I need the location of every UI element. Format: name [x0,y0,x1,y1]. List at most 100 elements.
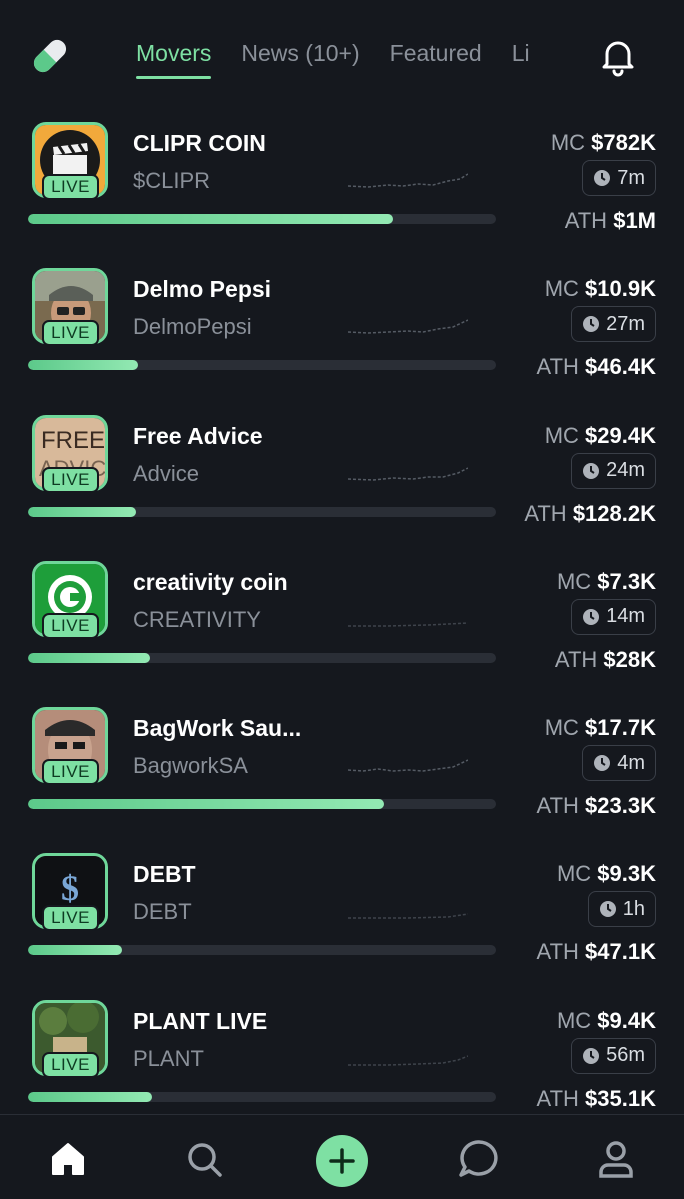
all-time-high: ATH $1M [564,208,656,233]
market-cap: MC $782K [550,130,656,155]
coin-name: Free Advice [133,422,263,449]
market-cap: MC $17.7K [544,715,656,741]
tab-featured[interactable]: Featured [390,40,482,79]
coin-ticker: Advice [133,460,200,486]
progress-bar [28,1091,496,1102]
bottom-nav [0,1114,684,1199]
live-badge: LIVE [42,320,99,347]
search-icon [188,1143,222,1177]
sparkline [348,913,468,920]
home-icon [52,1143,84,1175]
progress-fill [28,1091,153,1102]
market-cap: MC $10.9K [544,276,656,302]
age-badge: 1h [587,891,656,928]
coin-avatar: LIVE [32,560,108,639]
market-cap: MC $7.3K [556,568,656,594]
coin-name: PLANT LIVE [133,1007,268,1034]
coin-name: CLIPR COIN [133,130,266,156]
progress-fill [28,214,394,224]
live-badge: LIVE [42,466,99,493]
coin-row[interactable]: LIVE CLIPR COIN $CLIPR MC $782K 7m ATH $… [0,122,684,268]
all-time-high: ATH $35.1K [536,1085,656,1111]
coin-avatar: LIVE [32,122,108,200]
plus-icon [329,1148,355,1174]
coin-row[interactable]: LIVE Delmo Pepsi DelmoPepsi MC $10.9K 27… [0,268,684,414]
bell-icon[interactable] [596,34,640,78]
all-time-high: ATH $23.3K [536,793,656,819]
sparkline [348,319,468,335]
sparkline [348,173,468,188]
progress-fill [28,799,384,810]
clock-icon [599,901,616,918]
clock-icon [594,170,611,186]
svg-text:$: $ [61,868,79,908]
age-badge: 56m [571,1037,656,1074]
clock-icon [583,316,600,333]
coin-row[interactable]: LIVE creativity coin CREATIVITY MC $7.3K… [0,560,684,707]
live-badge: LIVE [42,759,99,786]
progress-fill [28,652,150,663]
live-badge: LIVE [42,905,99,932]
progress-fill [28,360,138,371]
nav-chat[interactable] [456,1137,500,1181]
coin-name: BagWork Sau... [133,715,302,742]
sparkline [348,622,468,627]
coin-ticker: BagworkSA [133,753,248,779]
clock-icon [583,462,600,479]
market-cap: MC $9.3K [556,861,656,887]
top-bar: Movers News (10+) Featured Li [0,0,684,110]
all-time-high: ATH $47.1K [536,939,656,965]
age-badge: 7m [582,160,656,196]
sparkline [348,759,468,772]
clock-icon [583,608,600,625]
nav-profile[interactable] [594,1137,638,1181]
clock-icon [594,755,611,772]
coin-row[interactable]: LIVE BagWork Sau... BagworkSA MC $17.7K … [0,707,684,853]
coin-name: creativity coin [133,568,288,595]
coin-ticker: CREATIVITY [133,606,261,632]
coin-row[interactable]: FREE ADVICE LIVE Free Advice Advice MC $… [0,414,684,561]
progress-bar [28,506,496,517]
coin-avatar: LIVE [32,999,108,1078]
coin-row[interactable]: $ LIVE DEBT DEBT MC $9.3K 1h ATH $47.1K [0,853,684,999]
nav-search[interactable] [182,1137,226,1181]
create-button[interactable] [316,1135,368,1187]
coin-avatar: $ LIVE [32,853,108,932]
coin-ticker: $CLIPR [133,168,211,193]
coin-avatar: LIVE [32,707,108,786]
all-time-high: ATH $28K [554,646,656,672]
live-badge: LIVE [42,174,99,200]
all-time-high: ATH $128.2K [524,500,656,526]
sparkline [348,1055,468,1066]
sparkline [348,466,468,481]
coin-avatar: FREE ADVICE LIVE [32,414,108,493]
tab-news[interactable]: News (10+) [241,40,359,79]
tab-movers[interactable]: Movers [136,40,212,79]
coin-ticker: PLANT [133,1045,204,1071]
all-time-high: ATH $46.4K [536,354,656,380]
market-cap: MC $9.4K [556,1007,656,1033]
coin-ticker: DEBT [133,899,192,925]
tab-live[interactable]: Li [512,40,530,79]
age-badge: 14m [571,598,656,635]
live-badge: LIVE [42,1051,99,1078]
progress-fill [28,945,122,956]
progress-bar [28,945,496,956]
nav-home[interactable] [46,1137,90,1181]
progress-fill [28,506,136,517]
clock-icon [583,1047,600,1064]
coin-name: Delmo Pepsi [133,276,272,303]
chat-icon [459,1140,498,1177]
market-cap: MC $29.4K [544,422,656,448]
svg-text:FREE: FREE [41,427,105,454]
live-badge: LIVE [42,612,99,639]
tab-bar: Movers News (10+) Featured Li [136,40,530,79]
progress-bar [28,214,496,224]
age-badge: 24m [571,452,656,489]
progress-bar [28,799,496,810]
profile-icon [599,1141,633,1178]
coin-ticker: DelmoPepsi [133,314,252,340]
coin-list: LIVE CLIPR COIN $CLIPR MC $782K 7m ATH $… [0,122,684,1146]
progress-bar [28,652,496,663]
pill-logo-icon[interactable] [28,34,72,78]
